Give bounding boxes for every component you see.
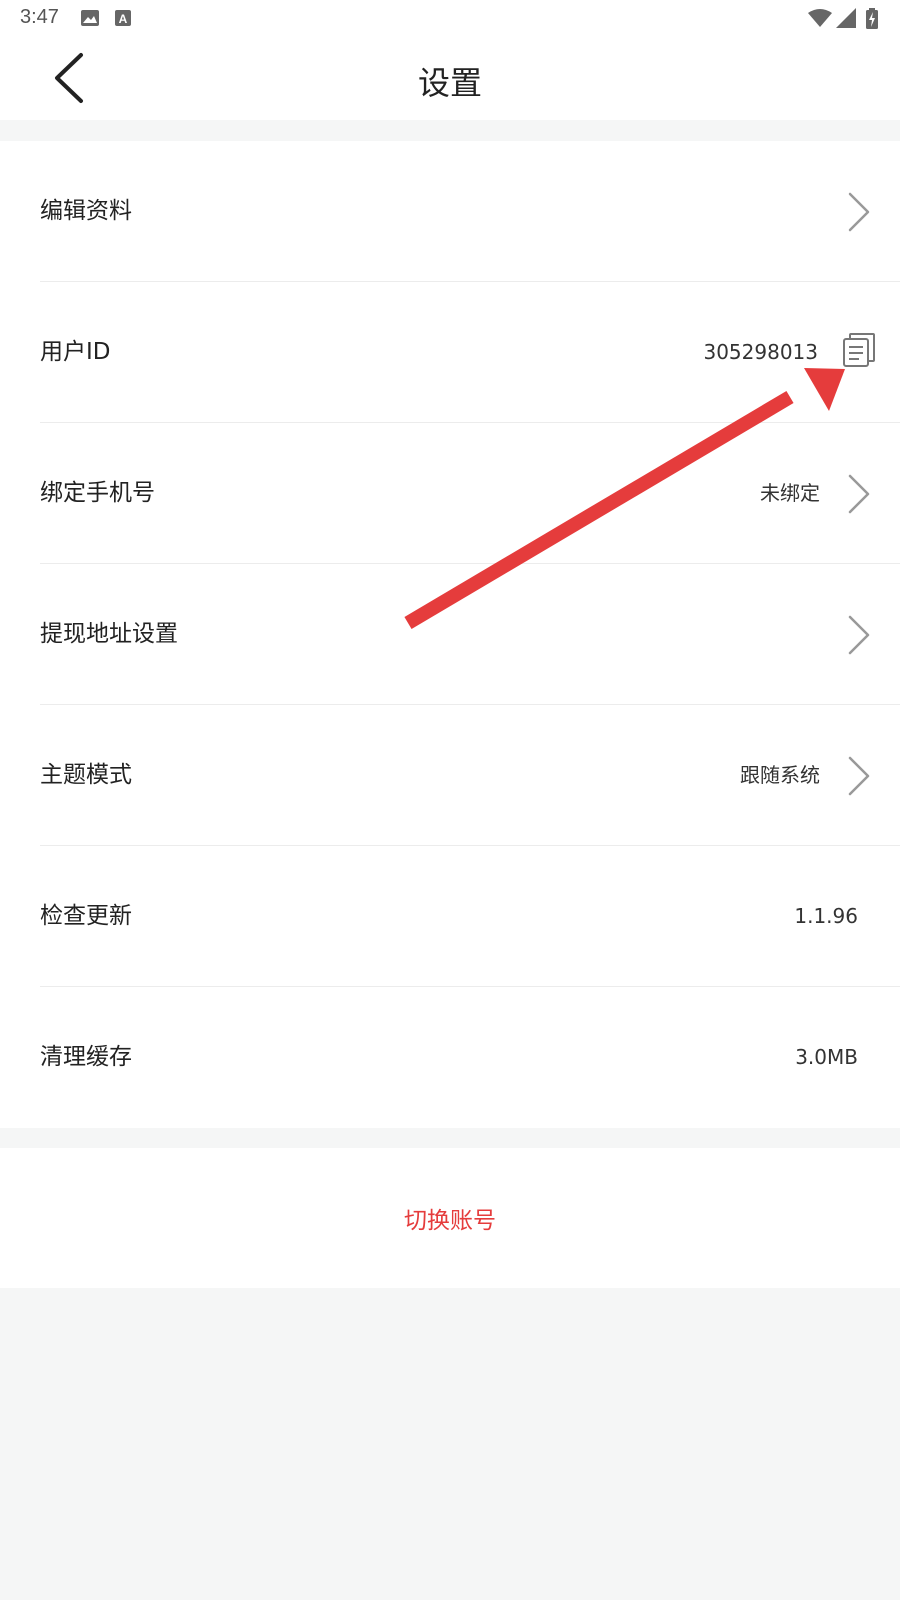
user-id-value: 305298013 xyxy=(703,340,818,364)
settings-row-label: 提现地址设置 xyxy=(40,621,178,647)
chevron-right-icon xyxy=(848,756,870,796)
theme-mode-value: 跟随系统 xyxy=(740,763,820,787)
chevron-right-icon xyxy=(848,615,870,655)
settings-row-label: 主题模式 xyxy=(40,762,132,788)
settings-row-clear-cache[interactable]: 清理缓存 3.0MB xyxy=(0,987,900,1128)
a-badge-icon: A xyxy=(115,10,131,26)
copy-icon[interactable] xyxy=(842,332,876,368)
wifi-icon xyxy=(808,9,832,27)
switch-account-label: 切换账号 xyxy=(404,1208,496,1234)
chevron-right-icon xyxy=(848,192,870,232)
settings-row-check-update[interactable]: 检查更新 1.1.96 xyxy=(0,846,900,987)
switch-account-button[interactable]: 切换账号 xyxy=(0,1148,900,1288)
settings-row-label: 绑定手机号 xyxy=(40,480,155,506)
app-header: 设置 xyxy=(0,36,900,120)
app-version-value: 1.1.96 xyxy=(794,904,858,928)
image-icon xyxy=(81,10,99,26)
bind-phone-status: 未绑定 xyxy=(760,481,820,505)
settings-list: 编辑资料 用户ID 305298013 绑定手机号 未绑定 提现地址设置 主题模… xyxy=(0,141,900,1128)
page-title: 设置 xyxy=(417,64,482,102)
settings-row-theme-mode[interactable]: 主题模式 跟随系统 xyxy=(0,705,900,846)
signal-icon xyxy=(836,8,856,28)
svg-text:A: A xyxy=(119,12,128,26)
settings-row-edit-profile[interactable]: 编辑资料 xyxy=(0,141,900,282)
chevron-right-icon xyxy=(848,474,870,514)
cache-size-value: 3.0MB xyxy=(795,1045,858,1069)
settings-row-withdraw-address[interactable]: 提现地址设置 xyxy=(0,564,900,705)
battery-charging-icon xyxy=(866,8,878,29)
settings-row-label: 清理缓存 xyxy=(40,1044,132,1070)
settings-row-bind-phone[interactable]: 绑定手机号 未绑定 xyxy=(0,423,900,564)
settings-row-label: 检查更新 xyxy=(40,903,132,929)
status-time: 3:47 xyxy=(20,6,59,28)
settings-row-label: 编辑资料 xyxy=(40,198,132,224)
settings-row-user-id: 用户ID 305298013 xyxy=(0,282,900,423)
status-bar: 3:47 A xyxy=(0,0,900,36)
settings-row-label: 用户ID xyxy=(40,339,111,365)
